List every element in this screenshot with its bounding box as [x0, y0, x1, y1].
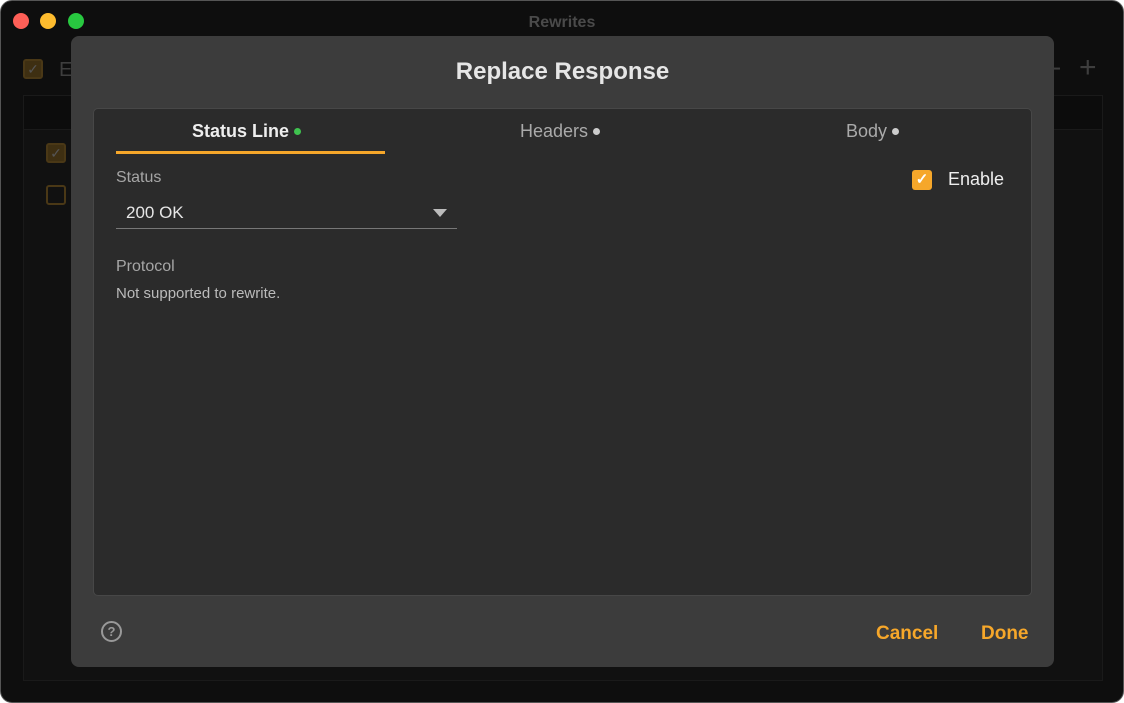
- window-title: Rewrites: [528, 14, 596, 31]
- status-value: 200 OK: [126, 203, 184, 222]
- status-select[interactable]: 200 OK: [116, 201, 457, 229]
- enable-label: Enable: [948, 169, 1005, 189]
- enable-all-checkbox[interactable]: ✓: [23, 59, 43, 79]
- add-button[interactable]: +: [1079, 51, 1097, 85]
- status-dot-icon: [294, 128, 302, 135]
- status-dot-icon: [593, 128, 601, 135]
- checkmark-icon: ✓: [912, 169, 932, 190]
- enable-checkbox[interactable]: ✓ Enable: [912, 169, 1004, 190]
- cancel-button[interactable]: Cancel: [876, 623, 938, 645]
- chevron-down-icon: [433, 209, 447, 217]
- tab-label: Body: [846, 121, 888, 141]
- help-icon[interactable]: ?: [101, 621, 122, 642]
- tab-status-line[interactable]: Status Line: [192, 121, 302, 142]
- rule-checkbox[interactable]: ✓: [46, 143, 66, 163]
- status-dot-icon: [892, 128, 900, 135]
- tab-headers[interactable]: Headers: [520, 121, 601, 142]
- tab-label: Headers: [520, 121, 589, 141]
- protocol-label: Protocol: [116, 258, 175, 275]
- tab-body[interactable]: Body: [846, 121, 900, 142]
- rule-checkbox[interactable]: [46, 185, 66, 205]
- done-button[interactable]: Done: [981, 623, 1029, 645]
- replace-response-dialog: Replace Response Status Line Headers Bod…: [71, 36, 1054, 667]
- tab-label: Status Line: [192, 121, 290, 141]
- content-panel: Status Line Headers Body Status 200 OK P…: [93, 108, 1032, 596]
- dialog-title: Replace Response: [455, 58, 670, 85]
- status-label: Status: [116, 169, 162, 186]
- active-tab-indicator: [116, 151, 385, 154]
- protocol-note: Not supported to rewrite.: [116, 285, 281, 302]
